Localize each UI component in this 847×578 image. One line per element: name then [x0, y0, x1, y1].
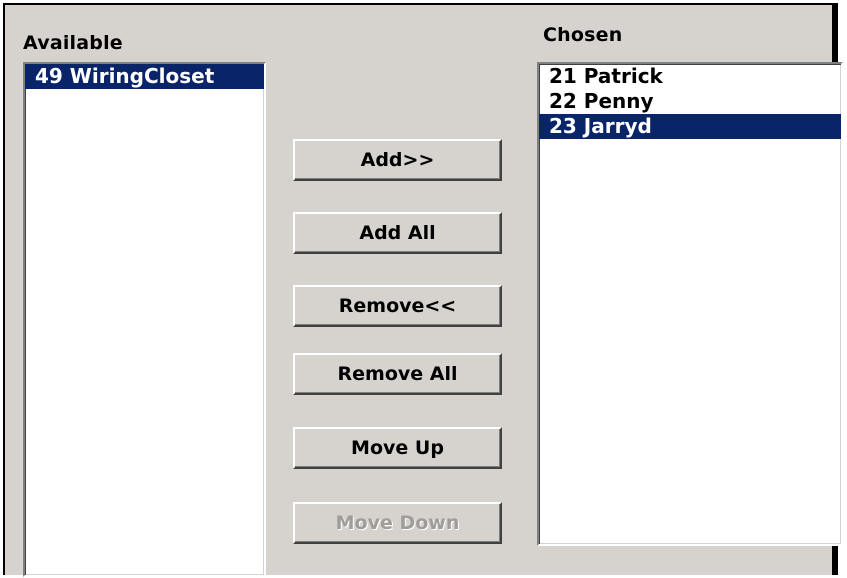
remove-all-button[interactable]: Remove All [293, 353, 502, 395]
available-listbox[interactable]: 49 WiringCloset [23, 62, 266, 577]
chosen-listbox[interactable]: 21 Patrick 22 Penny 23 Jarryd [537, 62, 843, 546]
add-all-button[interactable]: Add All [293, 212, 502, 254]
add-button[interactable]: Add>> [293, 139, 502, 181]
list-item[interactable]: 22 Penny [539, 89, 841, 114]
available-label: Available [23, 32, 123, 54]
move-down-button: Move Down [293, 502, 502, 544]
list-item[interactable]: 23 Jarryd [539, 114, 841, 139]
remove-button[interactable]: Remove<< [293, 285, 502, 327]
list-transfer-dialog: Available 49 WiringCloset Chosen 21 Patr… [3, 3, 843, 577]
list-item[interactable]: 21 Patrick [539, 64, 841, 89]
move-up-button[interactable]: Move Up [293, 427, 502, 469]
chosen-label: Chosen [543, 24, 623, 46]
list-item[interactable]: 49 WiringCloset [25, 64, 264, 89]
